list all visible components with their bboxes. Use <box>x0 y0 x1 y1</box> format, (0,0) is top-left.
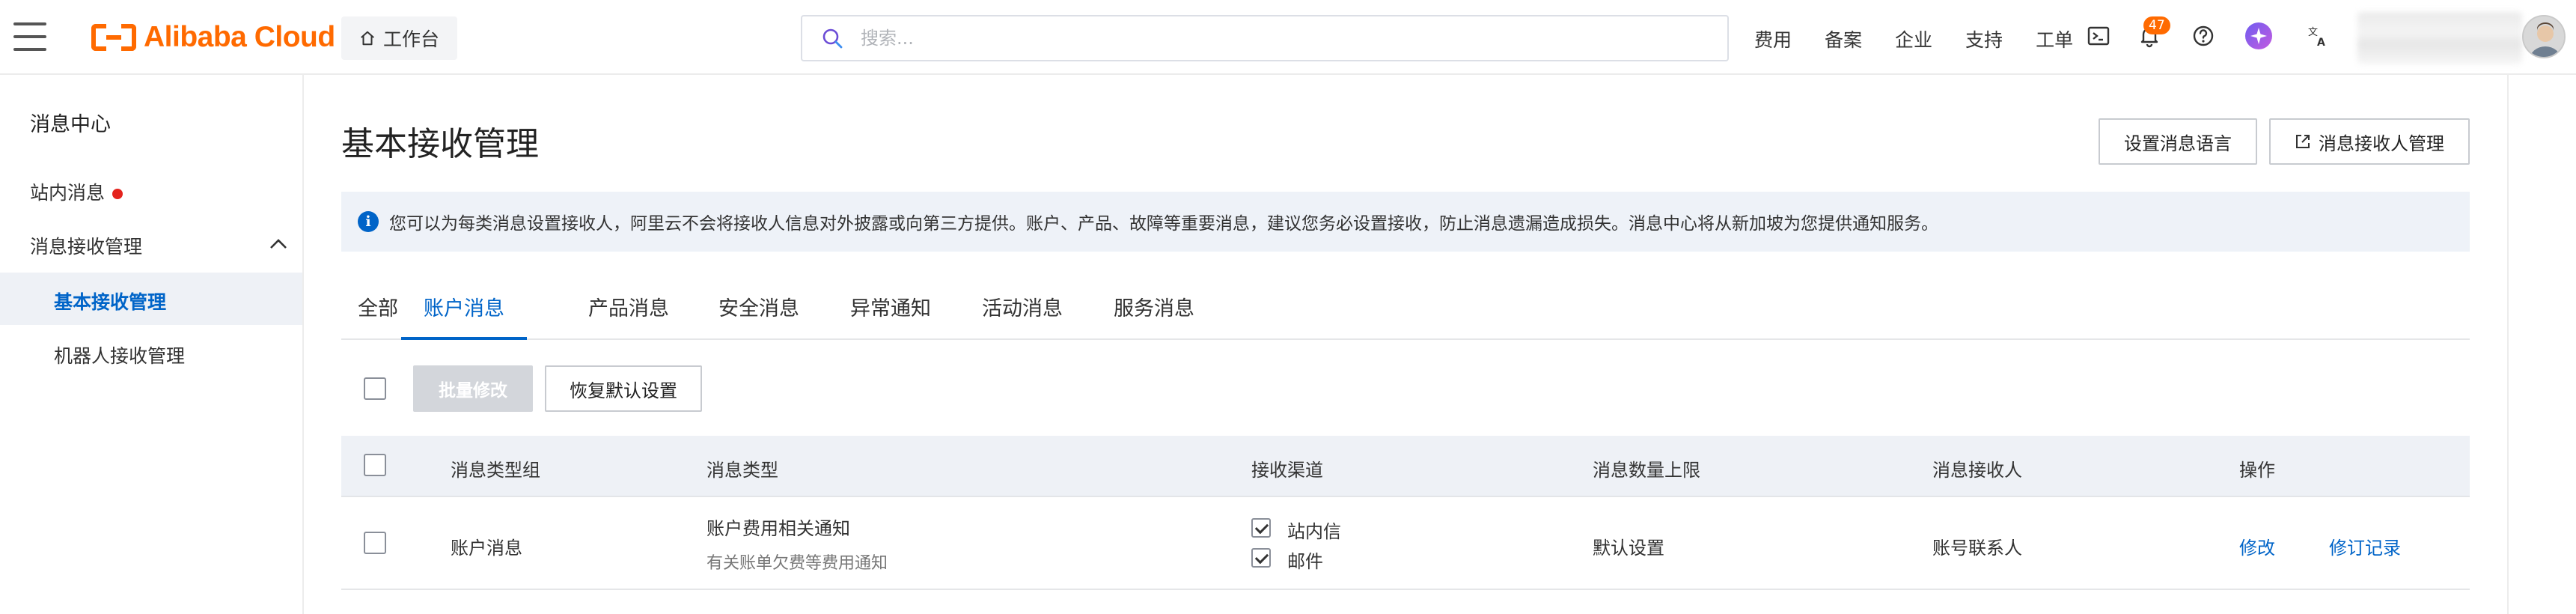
receiver-management-label: 消息接收人管理 <box>2319 133 2444 154</box>
sidebar-item-label: 消息接收管理 <box>30 236 143 258</box>
search-input[interactable] <box>861 28 1684 49</box>
channel-checkbox-email[interactable] <box>1251 548 1271 568</box>
tab-all[interactable]: 全部 <box>358 292 398 340</box>
receiver-management-button[interactable]: 消息接收人管理 <box>2269 118 2470 165</box>
search-icon <box>822 28 843 49</box>
user-avatar[interactable] <box>2522 15 2566 58</box>
tab-security[interactable]: 安全消息 <box>718 292 799 340</box>
help-icon[interactable] <box>2188 21 2218 51</box>
terminal-icon[interactable] <box>2084 21 2113 51</box>
tab-account[interactable]: 账户消息 <box>401 292 527 340</box>
channel-checkbox-inbox[interactable] <box>1251 518 1271 538</box>
row-checkbox[interactable] <box>364 532 386 554</box>
cell-type: 账户费用相关通知 <box>706 518 850 539</box>
nav-support[interactable]: 支持 <box>1965 25 2003 52</box>
search-box[interactable] <box>801 15 1729 61</box>
sidebar-item-label: 机器人接收管理 <box>54 345 186 367</box>
tab-service[interactable]: 服务消息 <box>1114 292 1194 340</box>
account-name-blurred[interactable] <box>2357 12 2522 64</box>
logo-mark-icon <box>91 24 136 51</box>
tab-exception[interactable]: 异常通知 <box>850 292 931 340</box>
column-header: 消息数量上限 <box>1593 460 1700 481</box>
restore-default-button[interactable]: 恢复默认设置 <box>545 365 702 412</box>
top-nav-links: 费用 备案 企业 支持 工单 <box>1754 25 2106 52</box>
batch-edit-button[interactable]: 批量修改 <box>413 365 533 412</box>
edit-link[interactable]: 修改 <box>2239 533 2275 559</box>
table-row: 账户消息 账户费用相关通知 有关账单欠费等费用通知 站内信 邮件 默认设置 账号… <box>341 497 2470 590</box>
set-language-button[interactable]: 设置消息语言 <box>2099 118 2257 165</box>
restore-default-label: 恢复默认设置 <box>570 380 677 401</box>
column-header: 接收渠道 <box>1251 460 1323 481</box>
sidebar-item-robot-receive[interactable]: 机器人接收管理 <box>54 341 185 368</box>
menu-icon[interactable] <box>13 22 46 51</box>
sidebar-item-label: 站内消息 <box>30 182 106 204</box>
notice-text: 您可以为每类消息设置接收人，阿里云不会将接收人信息对外披露或向第三方提供。账户、… <box>389 214 1938 234</box>
alibaba-cloud-logo[interactable]: Alibaba Cloud <box>91 19 335 55</box>
column-header: 消息类型组 <box>451 460 540 481</box>
column-header: 消息接收人 <box>1932 460 2022 481</box>
chevron-up-icon[interactable] <box>268 237 289 252</box>
message-tabs: 全部 账户消息 产品消息 安全消息 异常通知 活动消息 服务消息 <box>341 285 2470 340</box>
sidebar-item-receive-management[interactable]: 消息接收管理 <box>30 232 142 259</box>
sidebar-item-basic-receive[interactable]: 基本接收管理 <box>54 288 166 314</box>
workbench-label: 工作台 <box>383 28 440 50</box>
info-icon: i <box>358 211 379 232</box>
cell-type-description: 有关账单欠费等费用通知 <box>706 554 888 573</box>
sidebar: 消息中心 站内消息 消息接收管理 基本接收管理 机器人接收管理 <box>0 75 304 614</box>
table-header: 消息类型组 消息类型 接收渠道 消息数量上限 消息接收人 操作 <box>341 436 2470 497</box>
header-select-all-checkbox[interactable] <box>364 454 386 476</box>
nav-tickets[interactable]: 工单 <box>2036 25 2073 52</box>
info-notice: i 您可以为每类消息设置接收人，阿里云不会将接收人信息对外披露或向第三方提供。账… <box>341 192 2470 252</box>
nav-enterprise[interactable]: 企业 <box>1895 25 1932 52</box>
cell-group: 账户消息 <box>451 538 522 559</box>
svg-text:A: A <box>2317 37 2325 48</box>
top-navigation-bar: Alibaba Cloud 工作台 费用 备案 企业 支持 工单 47 文A <box>0 0 2576 75</box>
tab-activity[interactable]: 活动消息 <box>982 292 1063 340</box>
logo-text: Alibaba Cloud <box>144 21 335 53</box>
sidebar-title: 消息中心 <box>30 113 111 136</box>
batch-edit-label: 批量修改 <box>439 381 507 401</box>
column-header: 操作 <box>2239 460 2275 481</box>
language-icon[interactable]: 文A <box>2304 21 2334 51</box>
ai-assistant-icon[interactable] <box>2244 21 2274 51</box>
notification-badge: 47 <box>2143 16 2170 34</box>
nav-billing[interactable]: 费用 <box>1754 25 1792 52</box>
external-link-icon <box>2296 135 2310 148</box>
channel-label-inbox: 站内信 <box>1287 521 1341 542</box>
cell-limit: 默认设置 <box>1593 538 1664 559</box>
cell-receiver: 账号联系人 <box>1932 538 2022 559</box>
right-side-rail <box>2507 75 2576 614</box>
main-content: 基本接收管理 设置消息语言 消息接收人管理 i 您可以为每类消息设置接收人，阿里… <box>304 75 2507 614</box>
unread-dot <box>112 189 123 199</box>
revision-history-link[interactable]: 修订记录 <box>2329 533 2401 559</box>
nav-icp-filing[interactable]: 备案 <box>1825 25 1862 52</box>
channel-label-email: 邮件 <box>1287 551 1323 572</box>
home-icon <box>361 31 374 46</box>
workbench-button[interactable]: 工作台 <box>341 16 458 60</box>
toolbar-select-all-checkbox[interactable] <box>364 377 386 400</box>
page-title: 基本接收管理 <box>341 125 539 163</box>
set-language-label: 设置消息语言 <box>2124 133 2232 154</box>
sidebar-item-label: 基本接收管理 <box>54 291 167 313</box>
sidebar-item-inbox[interactable]: 站内消息 <box>30 178 123 205</box>
column-header: 消息类型 <box>706 460 778 481</box>
tab-product[interactable]: 产品消息 <box>588 292 669 340</box>
